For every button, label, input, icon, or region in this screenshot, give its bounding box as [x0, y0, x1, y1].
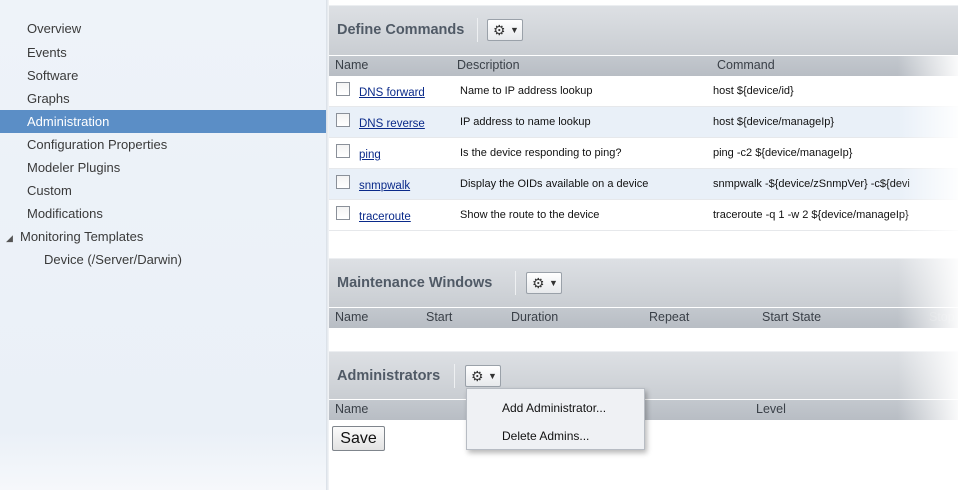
row-checkbox[interactable]	[336, 113, 350, 127]
command-description: IP address to name lookup	[460, 116, 591, 128]
command-name-link[interactable]: DNS reverse	[359, 118, 425, 130]
gear-icon: ⚙	[493, 22, 506, 38]
sidebar-item-label: Events	[27, 45, 67, 60]
gear-icon: ⚙	[471, 368, 484, 384]
column-header-level[interactable]: Level	[756, 402, 786, 416]
table-row[interactable]: snmpwalk Display the OIDs available on a…	[329, 169, 958, 200]
row-checkbox[interactable]	[336, 82, 350, 96]
command-text: host ${device/id}	[713, 85, 794, 97]
maintenance-column-header: Name Start Duration Repeat Start State S…	[329, 308, 958, 328]
save-button[interactable]: Save	[332, 426, 385, 451]
menu-item-delete-admins[interactable]: Delete Admins...	[502, 429, 589, 443]
sidebar-item-overview[interactable]: Overview	[0, 17, 326, 41]
caret-down-icon: ▼	[510, 25, 519, 35]
sidebar-item-label: Monitoring Templates	[20, 229, 144, 244]
maintenance-panel-title: Maintenance Windows	[337, 275, 493, 291]
sidebar-item-monitoring-templates[interactable]: ◢ Monitoring Templates	[0, 225, 326, 248]
sidebar: Overview Events Software Graphs Administ…	[0, 0, 326, 490]
table-row[interactable]: DNS forward Name to IP address lookup ho…	[329, 76, 958, 107]
command-text: snmpwalk -${device/zSnmpVer} -c${devi	[713, 178, 910, 190]
command-name-link[interactable]: ping	[359, 149, 381, 161]
triangle-expanded-icon[interactable]: ◢	[6, 227, 20, 250]
maintenance-panel-header: Maintenance Windows ⚙ ▼	[329, 258, 958, 307]
column-header-start-state[interactable]: Start State	[762, 310, 821, 324]
administrators-gear-dropdown-menu: Add Administrator... Delete Admins...	[466, 388, 645, 450]
commands-column-header: Name Description Command	[329, 56, 958, 76]
table-row[interactable]: DNS reverse IP address to name lookup ho…	[329, 107, 958, 138]
command-name-link[interactable]: traceroute	[359, 211, 411, 223]
command-text: ping -c2 ${device/manageIp}	[713, 147, 853, 159]
maintenance-gear-menu-button[interactable]: ⚙ ▼	[526, 272, 562, 294]
caret-down-icon: ▼	[549, 278, 558, 288]
column-header-name[interactable]: Name	[335, 310, 368, 324]
sidebar-item-label: Administration	[27, 114, 110, 129]
sidebar-item-label: Modifications	[27, 206, 103, 221]
column-header-command[interactable]: Command	[717, 58, 775, 72]
header-separator	[477, 18, 478, 42]
commands-gear-menu-button[interactable]: ⚙ ▼	[487, 19, 523, 41]
sidebar-item-label: Modeler Plugins	[27, 160, 121, 175]
sidebar-item-configuration-properties[interactable]: Configuration Properties	[0, 133, 326, 156]
command-name-link[interactable]: DNS forward	[359, 87, 425, 99]
column-header-stop[interactable]: Stop	[929, 310, 955, 324]
header-separator	[454, 364, 455, 388]
sidebar-item-events[interactable]: Events	[0, 41, 326, 64]
sidebar-item-custom[interactable]: Custom	[0, 179, 326, 202]
sidebar-item-label: Configuration Properties	[27, 137, 168, 152]
table-row[interactable]: traceroute Show the route to the device …	[329, 200, 958, 231]
administrators-panel-title: Administrators	[337, 368, 441, 384]
menu-item-add-administrator[interactable]: Add Administrator...	[502, 401, 606, 415]
sidebar-item-label: Custom	[27, 183, 72, 198]
command-text: traceroute -q 1 -w 2 ${device/manageIp}	[713, 209, 909, 221]
gear-icon: ⚙	[532, 275, 545, 291]
table-row[interactable]: ping Is the device responding to ping? p…	[329, 138, 958, 169]
sidebar-item-label: Overview	[27, 21, 82, 36]
command-name-link[interactable]: snmpwalk	[359, 180, 410, 192]
row-checkbox[interactable]	[336, 144, 350, 158]
sidebar-item-label: Software	[27, 68, 79, 83]
command-description: Name to IP address lookup	[460, 85, 593, 97]
sidebar-item-modifications[interactable]: Modifications	[0, 202, 326, 225]
column-header-name[interactable]: Name	[335, 402, 368, 416]
sidebar-item-software[interactable]: Software	[0, 64, 326, 87]
sidebar-item-modeler-plugins[interactable]: Modeler Plugins	[0, 156, 326, 179]
administrators-gear-menu-button[interactable]: ⚙ ▼	[465, 365, 501, 387]
command-description: Is the device responding to ping?	[460, 147, 622, 159]
commands-panel-title: Define Commands	[337, 22, 465, 38]
commands-panel-header: Define Commands ⚙ ▼	[329, 5, 958, 55]
sidebar-item-label: Device (/Server/Darwin)	[44, 252, 182, 267]
column-header-repeat[interactable]: Repeat	[649, 310, 689, 324]
column-header-duration[interactable]: Duration	[511, 310, 558, 324]
column-header-name[interactable]: Name	[335, 58, 368, 72]
column-header-start[interactable]: Start	[426, 310, 452, 324]
header-separator	[515, 271, 516, 295]
sidebar-item-administration[interactable]: Administration	[0, 110, 326, 133]
sidebar-item-device-template[interactable]: Device (/Server/Darwin)	[0, 248, 326, 271]
caret-down-icon: ▼	[488, 371, 497, 381]
row-checkbox[interactable]	[336, 175, 350, 189]
command-description: Show the route to the device	[460, 209, 600, 221]
sidebar-item-label: Graphs	[27, 91, 70, 106]
row-checkbox[interactable]	[336, 206, 350, 220]
column-header-description[interactable]: Description	[457, 58, 520, 72]
sidebar-item-graphs[interactable]: Graphs	[0, 87, 326, 110]
command-text: host ${device/manageIp}	[713, 116, 835, 128]
command-description: Display the OIDs available on a device	[460, 178, 649, 190]
